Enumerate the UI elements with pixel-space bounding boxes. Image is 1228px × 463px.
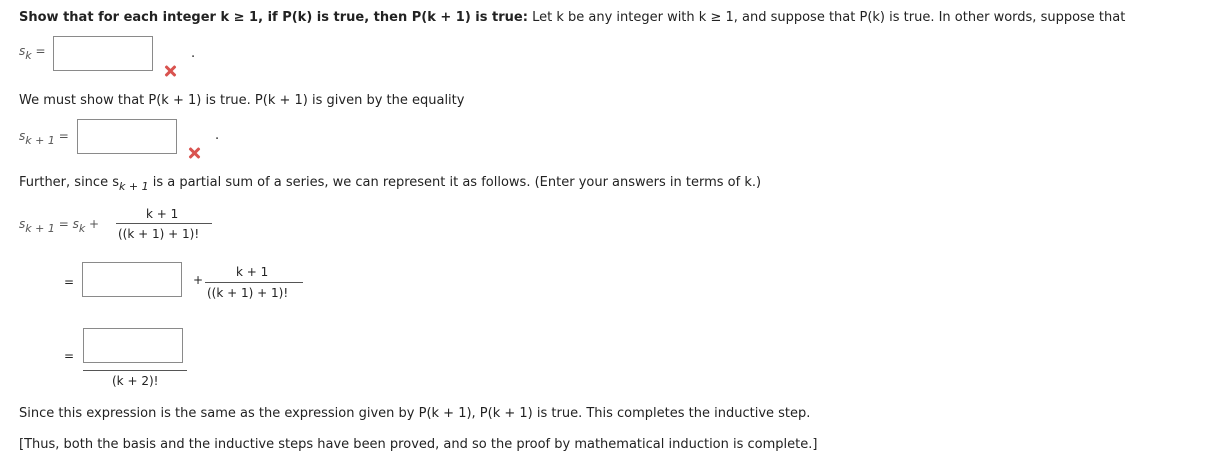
eq2-period: . [215, 128, 220, 143]
problem-title: Show that for each integer k ≥ 1, if P(k… [19, 10, 528, 25]
eq4-plus: + [193, 273, 204, 287]
eq1-lhs: sk = [19, 44, 46, 62]
line3-part-a: Further, since s [19, 175, 119, 190]
eq1-answer-input[interactable] [53, 36, 153, 71]
line5-text: [Thus, both the basis and the inductive … [19, 437, 818, 452]
eq3-numerator: k + 1 [146, 207, 179, 221]
eq1-incorrect-icon [164, 65, 176, 77]
eq1-equals: = [35, 44, 46, 58]
eq5-fraction-bar [83, 370, 187, 371]
line3-text: Further, since sk + 1 is a partial sum o… [19, 175, 762, 193]
eq4-fraction-bar [205, 282, 303, 283]
line3-sub: k + 1 [118, 180, 149, 193]
eq5-equals: = [64, 349, 75, 363]
eq3-rhs-sub: k [78, 222, 86, 235]
eq3-sub: k + 1 [25, 222, 55, 235]
eq2-answer-input[interactable] [77, 119, 177, 154]
eq4-answer-input[interactable] [82, 262, 182, 297]
problem-intro: Let k be any integer with k ≥ 1, and sup… [532, 10, 1126, 25]
eq2-lhs: sk + 1 = [19, 129, 69, 147]
line2-text: We must show that P(k + 1) is true. P(k … [19, 93, 465, 108]
eq3-fraction-bar [116, 223, 212, 224]
problem-statement: Show that for each integer k ≥ 1, if P(k… [19, 10, 1125, 25]
eq3-equals: = [58, 217, 69, 231]
eq5-answer-input[interactable] [83, 328, 183, 363]
eq3-denominator: ((k + 1) + 1)! [118, 227, 200, 241]
line3-part-b: is a partial sum of a series, we can rep… [152, 175, 762, 190]
eq2-equals: = [58, 129, 69, 143]
eq3-lhs: sk + 1 = sk + [19, 217, 100, 235]
eq3-plus: + [89, 217, 100, 231]
eq2-incorrect-icon [188, 147, 200, 159]
eq1-period: . [191, 46, 196, 61]
eq3-rhs-s: s [72, 217, 79, 231]
eq5-denominator: (k + 2)! [112, 374, 159, 388]
eq4-denominator: ((k + 1) + 1)! [207, 286, 289, 300]
eq4-equals: = [64, 275, 75, 289]
eq4-numerator: k + 1 [236, 265, 269, 279]
eq1-sub: k [25, 49, 32, 62]
line4-text: Since this expression is the same as the… [19, 406, 811, 421]
eq2-sub: k + 1 [25, 134, 55, 147]
